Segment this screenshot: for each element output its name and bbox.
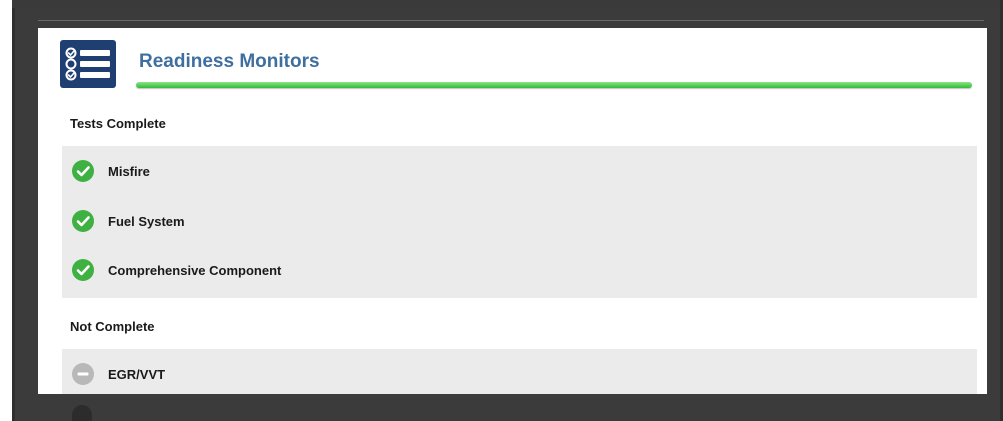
frame-top-border: [12, 0, 1003, 8]
list-item[interactable]: Misfire: [62, 159, 977, 183]
check-circle-icon: [72, 259, 94, 281]
section-heading-not-complete: Not Complete: [70, 319, 155, 334]
not-complete-list: EGR/VVT: [62, 349, 977, 394]
minus-circle-icon: [72, 363, 94, 385]
header-accent-bar: [136, 82, 972, 88]
obscured-status-icon: [72, 405, 92, 421]
page-title: Readiness Monitors: [139, 51, 320, 72]
readiness-monitors-card: Readiness Monitors Tests Complete Misfir…: [38, 28, 987, 394]
divider-line: [32, 20, 984, 21]
overlay-left: [15, 8, 38, 395]
overlay-bottom: [15, 394, 1000, 421]
frame-top-strip: [18, 8, 1000, 28]
check-circle-icon: [72, 160, 94, 182]
list-item[interactable]: Comprehensive Component: [62, 258, 977, 282]
list-item[interactable]: Fuel System: [62, 209, 977, 233]
tests-complete-list: Misfire Fuel System Comprehensive Compon…: [62, 146, 977, 298]
monitor-label: Misfire: [108, 164, 150, 179]
monitor-label: Comprehensive Component: [108, 263, 282, 278]
overlay-right: [987, 8, 1000, 395]
checklist-icon: [60, 40, 116, 88]
section-heading-tests-complete: Tests Complete: [70, 116, 166, 131]
check-circle-icon: [72, 210, 94, 232]
monitor-label: Fuel System: [108, 214, 185, 229]
list-item[interactable]: EGR/VVT: [62, 362, 977, 386]
monitor-label: EGR/VVT: [108, 367, 166, 382]
